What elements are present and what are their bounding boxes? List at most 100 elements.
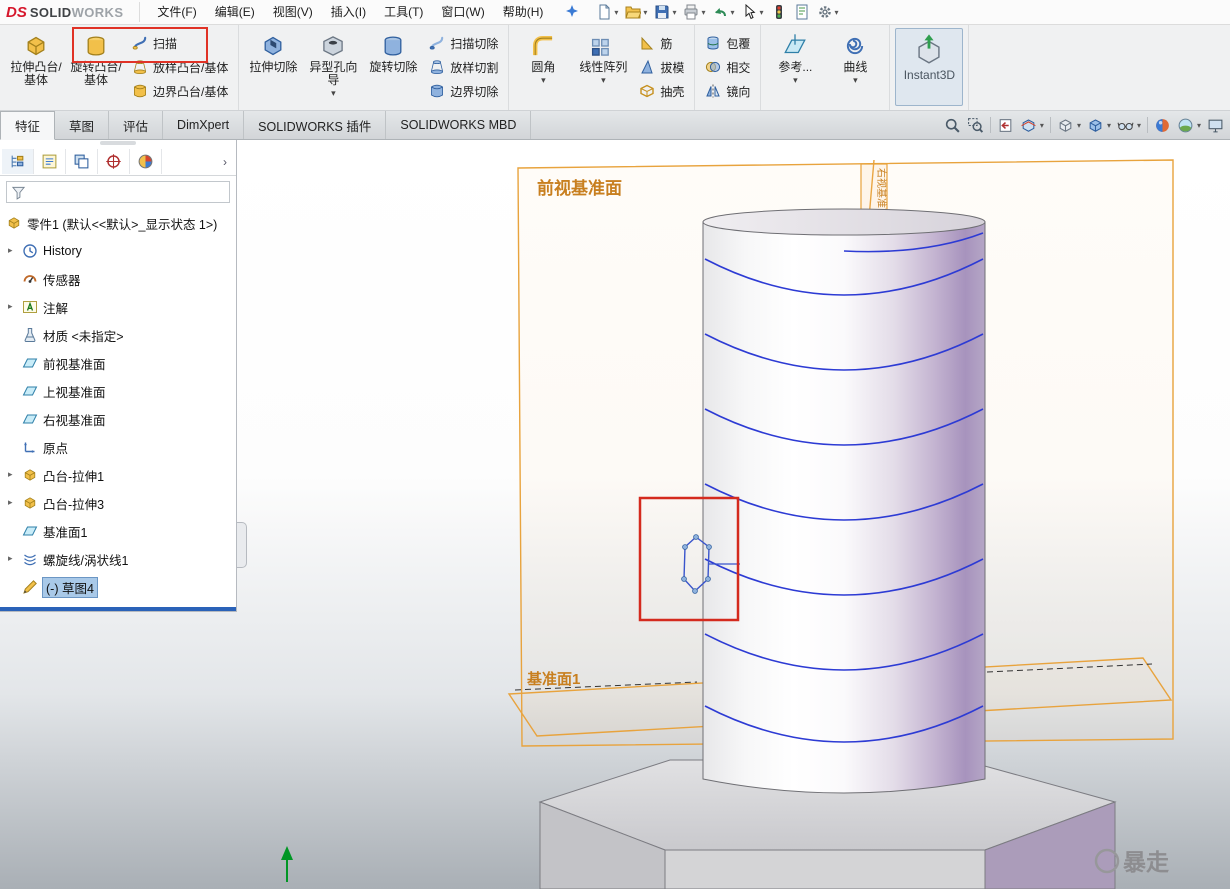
display-manager-tab[interactable]	[130, 149, 162, 174]
revolve-boss-button[interactable]: 旋转凸台/基体	[67, 28, 125, 88]
pin-menu-icon[interactable]	[564, 4, 580, 20]
tree-item-datum-plane1[interactable]: 基准面1	[0, 517, 236, 545]
tree-item-sensors[interactable]: 传感器	[0, 265, 236, 293]
reference-geometry-button[interactable]: 参考...	[766, 28, 824, 87]
menu-insert[interactable]: 插入(I)	[322, 0, 375, 24]
plane-icon	[22, 383, 38, 399]
display-style-icon[interactable]	[1087, 117, 1104, 134]
view-orientation-icon[interactable]	[1057, 117, 1074, 134]
tab-solidworks-addins[interactable]: SOLIDWORKS 插件	[244, 111, 386, 139]
hide-show-items-icon[interactable]	[1117, 117, 1134, 134]
menu-edit[interactable]: 编辑(E)	[206, 0, 264, 24]
extrude-cut-button[interactable]: 拉伸切除	[244, 28, 302, 75]
menu-file[interactable]: 文件(F)	[148, 0, 205, 24]
new-file-button[interactable]	[593, 1, 621, 23]
rollback-bar[interactable]	[0, 607, 236, 611]
curves-button[interactable]: 曲线	[826, 28, 884, 87]
section-view-caret[interactable]: ▾	[1040, 121, 1044, 130]
display-style-caret[interactable]: ▾	[1107, 121, 1111, 130]
tab-sketch[interactable]: 草图	[55, 111, 109, 139]
sweep-cut-button[interactable]: 扫描切除	[424, 33, 503, 53]
print-button[interactable]	[680, 1, 708, 23]
zoom-area-icon[interactable]	[967, 117, 984, 134]
rib-button[interactable]: 筋	[634, 33, 689, 53]
menu-help[interactable]: 帮助(H)	[494, 0, 553, 24]
feature-manager-panel: 零件1 (默认<<默认>_显示状态 1>) History 传感器 注解 材质 …	[0, 138, 237, 612]
boundary-cut-button[interactable]: 边界切除	[424, 81, 503, 101]
tree-item-annotations[interactable]: 注解	[0, 293, 236, 321]
menu-tools[interactable]: 工具(T)	[375, 0, 432, 24]
apply-scene-icon[interactable]	[1177, 117, 1194, 134]
menu-view[interactable]: 视图(V)	[264, 0, 322, 24]
loft-cut-icon	[429, 59, 445, 75]
tree-item-right-plane[interactable]: 右视基准面	[0, 405, 236, 433]
origin-icon	[22, 439, 38, 455]
tree-item-sketch4[interactable]: (-) 草图4	[0, 573, 236, 601]
tree-item-history[interactable]: History	[0, 237, 236, 265]
sweep-button[interactable]: 扫描	[127, 33, 233, 53]
rib-icon	[639, 35, 655, 51]
intersect-button[interactable]: 相交	[700, 57, 755, 77]
edit-appearance-icon[interactable]	[1154, 117, 1171, 134]
filter-input[interactable]	[30, 184, 225, 200]
loft-boss-button[interactable]: 放样凸台/基体	[127, 57, 233, 77]
datum-plane-label: 基准面1	[526, 670, 580, 688]
fillet-button[interactable]: 圆角	[514, 28, 572, 87]
rebuild-button[interactable]	[768, 1, 790, 23]
origin-triad[interactable]	[281, 846, 293, 882]
property-manager-tab[interactable]	[34, 149, 66, 174]
tab-evaluate[interactable]: 评估	[109, 111, 163, 139]
revolve-cut-button[interactable]: 旋转切除	[364, 28, 422, 75]
instant3d-button[interactable]: Instant3D	[895, 28, 963, 106]
features-ribbon: 拉伸凸台/基体 旋转凸台/基体 扫描 放样凸台/基体 边界凸台/基体	[0, 25, 1230, 111]
intersect-icon	[705, 59, 721, 75]
feature-manager-tab[interactable]	[2, 149, 34, 174]
file-properties-button[interactable]	[791, 1, 813, 23]
panel-tab-strip	[0, 148, 236, 176]
panel-splitter-handle[interactable]	[237, 522, 247, 568]
tree-item-helix[interactable]: 螺旋线/涡状线1	[0, 545, 236, 573]
tab-solidworks-mbd[interactable]: SOLIDWORKS MBD	[386, 111, 531, 139]
tree-filter-box[interactable]	[6, 181, 230, 203]
model-viewport[interactable]: 前视基准面 右视基准面 基准面1	[237, 138, 1230, 889]
tree-item-boss-extrude1[interactable]: 凸台-拉伸1	[0, 461, 236, 489]
zoom-fit-icon[interactable]	[944, 117, 961, 134]
tree-item-boss-extrude3[interactable]: 凸台-拉伸3	[0, 489, 236, 517]
wrap-button[interactable]: 包覆	[700, 33, 755, 53]
boundary-boss-button[interactable]: 边界凸台/基体	[127, 81, 233, 101]
section-view-icon[interactable]	[1020, 117, 1037, 134]
logo-ds-mark: DS	[6, 4, 27, 21]
extrude-boss-button[interactable]: 拉伸凸台/基体	[7, 28, 65, 88]
tree-item-top-plane[interactable]: 上视基准面	[0, 377, 236, 405]
file-properties-icon	[794, 4, 810, 20]
dimxpert-manager-icon	[105, 153, 122, 170]
menu-window[interactable]: 窗口(W)	[432, 0, 493, 24]
shell-button[interactable]: 抽壳	[634, 81, 689, 101]
hole-wizard-button[interactable]: 异型孔向导	[304, 28, 362, 100]
tree-item-origin[interactable]: 原点	[0, 433, 236, 461]
tree-item-front-plane[interactable]: 前视基准面	[0, 349, 236, 377]
cut-extrude-icon	[260, 33, 286, 59]
open-button[interactable]	[622, 1, 650, 23]
options-button[interactable]	[814, 1, 842, 23]
mirror-button[interactable]: 镜向	[700, 81, 755, 101]
hide-show-items-caret[interactable]: ▾	[1137, 121, 1141, 130]
previous-view-icon[interactable]	[997, 117, 1014, 134]
loft-cut-button[interactable]: 放样切割	[424, 57, 503, 77]
tree-root-part[interactable]: 零件1 (默认<<默认>_显示状态 1>)	[0, 209, 236, 237]
save-button[interactable]	[651, 1, 679, 23]
dimxpert-manager-tab[interactable]	[98, 149, 130, 174]
view-settings-icon[interactable]	[1207, 117, 1224, 134]
tab-dimxpert[interactable]: DimXpert	[163, 111, 244, 139]
tree-item-material[interactable]: 材质 <未指定>	[0, 321, 236, 349]
tab-features[interactable]: 特征	[0, 111, 55, 140]
undo-button[interactable]	[709, 1, 737, 23]
graphics-area[interactable]: 前视基准面 右视基准面 基准面1	[0, 138, 1230, 889]
configuration-manager-tab[interactable]	[66, 149, 98, 174]
view-orientation-caret[interactable]: ▾	[1077, 121, 1081, 130]
panel-expand-chevron[interactable]	[216, 149, 234, 174]
linear-pattern-button[interactable]: 线性阵列	[574, 28, 632, 87]
select-button[interactable]	[738, 1, 766, 23]
draft-button[interactable]: 拔模	[634, 57, 689, 77]
apply-scene-caret[interactable]: ▾	[1197, 121, 1201, 130]
